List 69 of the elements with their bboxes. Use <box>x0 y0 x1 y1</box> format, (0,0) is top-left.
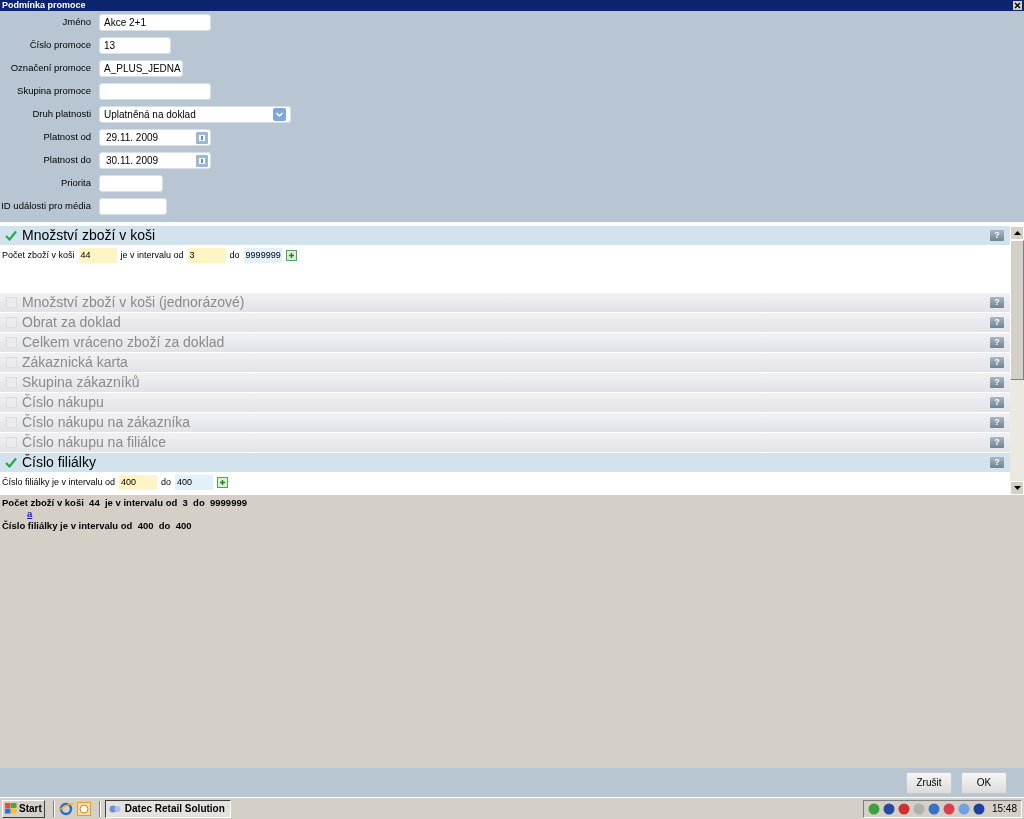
input-field[interactable] <box>99 175 163 192</box>
window-title: Podmínka promoce <box>2 0 86 11</box>
input-field[interactable]: 13 <box>99 37 171 54</box>
checkmark-icon[interactable] <box>5 457 17 468</box>
condition-title: Množství zboží v koši <box>22 226 156 245</box>
dialog-button[interactable]: Zrušit <box>906 771 952 794</box>
checkmark-icon[interactable] <box>5 230 17 241</box>
value-field[interactable]: 400 <box>175 475 214 490</box>
add-icon[interactable] <box>217 477 229 488</box>
condition-label: Počet zboží v koši <box>2 249 75 262</box>
field-label: Číslo promoce <box>28 38 91 53</box>
arrow-down-icon <box>1013 486 1021 490</box>
scrollbar[interactable] <box>1010 226 1024 495</box>
condition-header[interactable]: Množství zboží v koši ? <box>0 226 1010 246</box>
field-label: Druh platnosti <box>31 107 91 122</box>
windows-logo-icon <box>5 803 17 814</box>
tray-icon[interactable] <box>882 802 895 815</box>
value-field[interactable]: 9999999 <box>243 248 282 263</box>
field-label: Platnost od <box>42 130 91 145</box>
input-field[interactable] <box>99 83 211 100</box>
condition-label: je v intervalu od <box>120 249 184 262</box>
date-field[interactable]: 30.11. 2009 <box>99 152 211 169</box>
condition-label: do <box>161 476 172 489</box>
field-label: Priorita <box>59 176 91 191</box>
dialog-button[interactable]: OK <box>961 771 1007 794</box>
link[interactable]: a <box>27 509 33 519</box>
tray-icon[interactable] <box>972 802 985 815</box>
clock-icon[interactable] <box>76 801 91 816</box>
summary-text: Počet zboží v koši 44 je v intervalu od 3 do 9999999 <box>2 496 247 509</box>
close-icon[interactable] <box>1013 1 1022 10</box>
input-field[interactable]: Akce 2+1 <box>99 14 211 31</box>
condition-title: Skupina zákazníků <box>22 373 140 392</box>
field-label: Označení promoce <box>9 61 91 76</box>
condition-title: Číslo nákupu <box>22 393 104 412</box>
condition-title: Číslo filiálky <box>22 453 96 472</box>
clock-time: 15:48 <box>991 802 1017 816</box>
add-icon[interactable] <box>285 250 297 261</box>
condition-title: Obrat za doklad <box>22 313 121 332</box>
tray-icon[interactable] <box>942 802 955 815</box>
field-label: Platnost do <box>42 153 91 168</box>
calendar-icon <box>196 131 208 144</box>
tray-icon[interactable] <box>927 802 940 815</box>
condition-label: Číslo filiálky je v intervalu od <box>2 476 116 489</box>
browser-icon[interactable] <box>58 801 73 816</box>
condition-label: do <box>229 249 240 262</box>
value-field[interactable]: 3 <box>187 248 226 263</box>
condition-title: Zákaznická karta <box>22 353 128 372</box>
start-button[interactable]: Start <box>2 799 45 818</box>
tray-icon[interactable] <box>897 802 910 815</box>
summary-text: Číslo filiálky je v intervalu od 400 do 400 <box>2 519 192 532</box>
condition-title: Číslo nákupu na filiálce <box>22 433 166 452</box>
app-icon <box>108 803 121 814</box>
input-field[interactable] <box>99 198 167 215</box>
chevron-down-icon <box>273 108 286 121</box>
field-label: Skupina promoce <box>16 84 91 99</box>
taskbar-window-button[interactable]: Datec Retail Solution <box>104 799 231 818</box>
arrow-up-icon <box>1013 231 1021 235</box>
value-field[interactable]: 44 <box>78 248 117 263</box>
dropdown[interactable]: Uplatněná na doklad <box>99 106 291 123</box>
input-field[interactable]: A_PLUS_JEDNA <box>99 60 183 77</box>
field-label: ID události pro média <box>0 199 91 214</box>
date-field[interactable]: 29.11. 2009 <box>99 129 211 146</box>
value-field[interactable]: 400 <box>119 475 158 490</box>
condition-title: Celkem vráceno zboží za doklad <box>22 333 225 352</box>
condition-title: Množství zboží v koši (jednorázové) <box>22 293 245 312</box>
condition-title: Číslo nákupu na zákazníka <box>22 413 191 432</box>
field-label: Jméno <box>61 15 91 30</box>
condition-header[interactable]: Číslo filiálky ? <box>0 453 1010 473</box>
calendar-icon <box>196 154 208 167</box>
